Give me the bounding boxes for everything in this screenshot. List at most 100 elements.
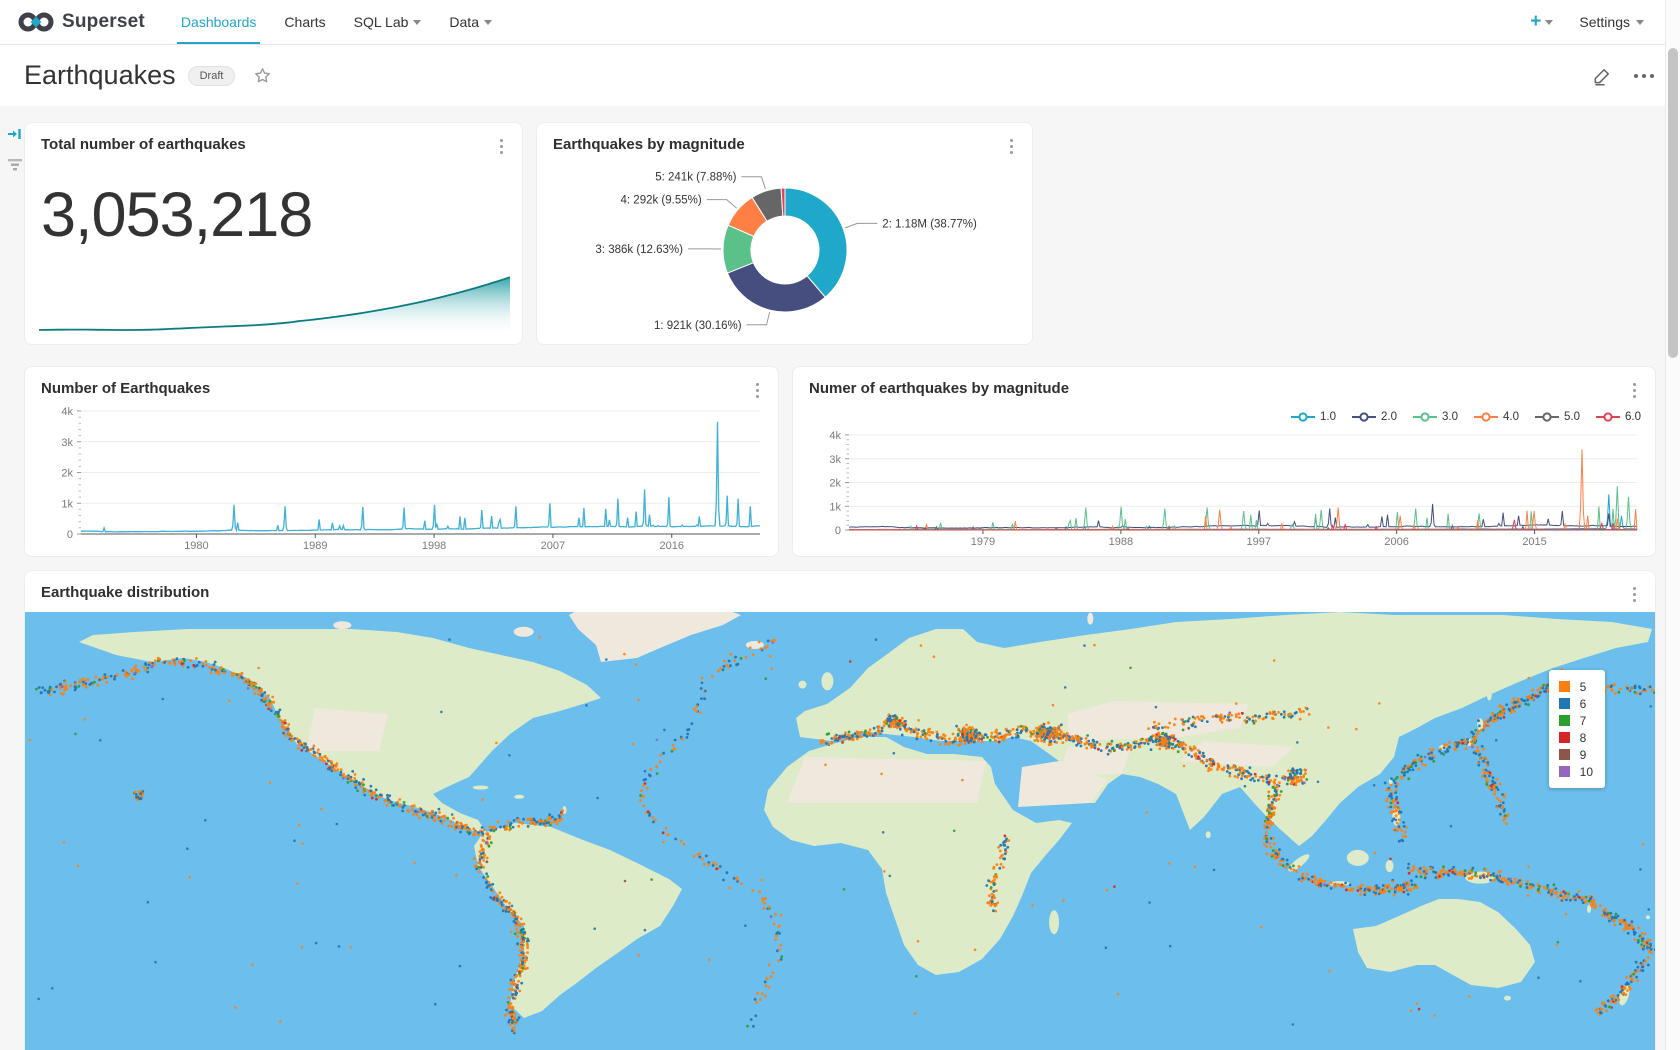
legend-label: 8 <box>1580 731 1587 745</box>
panel-number-of-earthquakes: Number of Earthquakes 4k3k2k1k0198019891… <box>24 366 779 557</box>
svg-text:1997: 1997 <box>1247 536 1271 548</box>
chart-menu-icon[interactable] <box>1628 380 1641 401</box>
nav-item-dashboards[interactable]: Dashboards <box>167 0 271 44</box>
map-legend: 5 67 8 9 10 <box>1549 670 1605 788</box>
svg-text:1998: 1998 <box>422 540 446 552</box>
nav-item-label: Dashboards <box>181 14 257 30</box>
chevron-down-icon <box>1545 20 1553 25</box>
map-legend-item-6: 6 <box>1559 695 1593 712</box>
svg-text:2015: 2015 <box>1522 536 1546 548</box>
panel-earthquake-distribution: Earthquake distribution 5 67 8 9 10 <box>24 570 1656 1050</box>
legend-marker-icon <box>1413 412 1437 422</box>
chart-menu-icon[interactable] <box>495 136 508 157</box>
svg-text:1979: 1979 <box>971 536 995 548</box>
legend-label: 2.0 <box>1381 411 1397 423</box>
chevron-down-icon <box>484 20 492 25</box>
legend-swatch <box>1559 766 1570 777</box>
chart-title: Total number of earthquakes <box>41 136 246 153</box>
donut-chart: 2: 1.18M (38.77%)1: 921k (30.16%)3: 386k… <box>537 157 1032 341</box>
svg-text:0: 0 <box>835 525 841 537</box>
settings-label: Settings <box>1579 14 1630 30</box>
nav-item-charts[interactable]: Charts <box>270 0 339 44</box>
nav-item-label: Charts <box>284 14 325 30</box>
scrollbar-thumb[interactable] <box>1668 48 1678 358</box>
expand-filter-bar-icon[interactable] <box>7 126 23 142</box>
legend-marker-icon <box>1291 412 1315 422</box>
chart-menu-icon[interactable] <box>1005 136 1018 157</box>
multi-line-chart: 4k3k2k1k019791988199720062015 <box>803 429 1645 551</box>
legend-swatch <box>1559 749 1570 760</box>
legend-item-3.0[interactable]: 3.0 <box>1413 409 1458 425</box>
legend-marker-icon <box>1596 412 1620 422</box>
map-legend-item-7: 7 <box>1559 712 1593 729</box>
nav-item-label: Data <box>449 14 479 30</box>
brand-name: Superset <box>62 11 145 33</box>
legend-marker-icon <box>1352 412 1376 422</box>
legend-label: 6.0 <box>1625 411 1641 423</box>
legend-item-1.0[interactable]: 1.0 <box>1291 409 1336 425</box>
panel-earthquakes-by-magnitude: Earthquakes by magnitude 2: 1.18M (38.77… <box>536 122 1033 345</box>
svg-text:5: 241k (7.88%): 5: 241k (7.88%) <box>655 172 736 184</box>
legend-label: 6 <box>1580 697 1587 711</box>
svg-text:3k: 3k <box>829 454 841 466</box>
map-legend-item-10: 10 <box>1559 763 1593 780</box>
svg-text:4: 292k (9.55%): 4: 292k (9.55%) <box>621 195 702 207</box>
chevron-down-icon <box>413 20 421 25</box>
filter-icon[interactable] <box>7 158 23 172</box>
legend-swatch <box>1559 681 1570 692</box>
legend-label: 9 <box>1580 748 1587 762</box>
svg-text:1980: 1980 <box>184 540 208 552</box>
chart-title: Numer of earthquakes by magnitude <box>809 380 1069 397</box>
favorite-star-icon[interactable] <box>253 66 272 85</box>
chart-title: Earthquakes by magnitude <box>553 136 745 153</box>
legend-item-2.0[interactable]: 2.0 <box>1352 409 1397 425</box>
svg-text:2007: 2007 <box>541 540 565 552</box>
more-actions-icon[interactable] <box>1634 74 1654 78</box>
infinity-logo-icon <box>18 10 54 34</box>
new-button[interactable]: + <box>1530 11 1553 33</box>
legend-label: 3.0 <box>1442 411 1458 423</box>
svg-text:1k: 1k <box>829 501 841 513</box>
map-legend-item-9: 9 <box>1559 746 1593 763</box>
legend-swatch <box>1559 732 1570 743</box>
top-nav: Superset Dashboards Charts SQL Lab Data + S… <box>0 0 1680 45</box>
status-badge: Draft <box>188 66 236 86</box>
svg-text:1989: 1989 <box>303 540 327 552</box>
legend-item-4.0[interactable]: 4.0 <box>1474 409 1519 425</box>
svg-text:1k: 1k <box>61 498 73 510</box>
legend-label: 4.0 <box>1503 411 1519 423</box>
svg-text:2k: 2k <box>61 468 73 480</box>
dashboard-header: Earthquakes Draft <box>0 45 1680 106</box>
legend-item-5.0[interactable]: 5.0 <box>1535 409 1580 425</box>
svg-text:1: 921k (30.16%): 1: 921k (30.16%) <box>654 320 742 332</box>
legend-label: 10 <box>1580 765 1593 779</box>
chart-title: Number of Earthquakes <box>41 380 210 397</box>
svg-text:0: 0 <box>67 529 73 541</box>
svg-text:4k: 4k <box>61 406 73 418</box>
legend-label: 5.0 <box>1564 411 1580 423</box>
chart-title: Earthquake distribution <box>41 584 209 601</box>
chart-menu-icon[interactable] <box>1628 584 1641 605</box>
settings-menu[interactable]: Settings <box>1579 14 1644 30</box>
legend-item-6.0[interactable]: 6.0 <box>1596 409 1641 425</box>
svg-text:2: 1.18M (38.77%): 2: 1.18M (38.77%) <box>882 218 977 230</box>
legend-label: 5 <box>1580 680 1587 694</box>
map-legend-item-8: 8 <box>1559 729 1593 746</box>
nav-menu: Dashboards Charts SQL Lab Data <box>167 0 506 44</box>
superset-logo[interactable]: Superset <box>18 10 145 34</box>
svg-text:2006: 2006 <box>1384 536 1408 548</box>
legend-swatch <box>1559 698 1570 709</box>
legend-label: 1.0 <box>1320 411 1336 423</box>
svg-text:2k: 2k <box>829 478 841 490</box>
svg-text:1988: 1988 <box>1109 536 1133 548</box>
big-number-value: 3,053,218 <box>41 179 522 251</box>
world-map[interactable]: 5 67 8 9 10 <box>25 612 1655 1050</box>
chart-menu-icon[interactable] <box>751 380 764 401</box>
sparkline-chart <box>39 262 510 334</box>
edit-pencil-icon[interactable] <box>1592 66 1612 86</box>
panel-earthquakes-by-magnitude-ts: Numer of earthquakes by magnitude 1.0 2.… <box>792 366 1656 557</box>
nav-item-sql-lab[interactable]: SQL Lab <box>340 0 436 44</box>
page-title: Earthquakes <box>24 60 176 91</box>
page-scrollbar[interactable] <box>1665 0 1680 1050</box>
nav-item-data[interactable]: Data <box>435 0 506 44</box>
